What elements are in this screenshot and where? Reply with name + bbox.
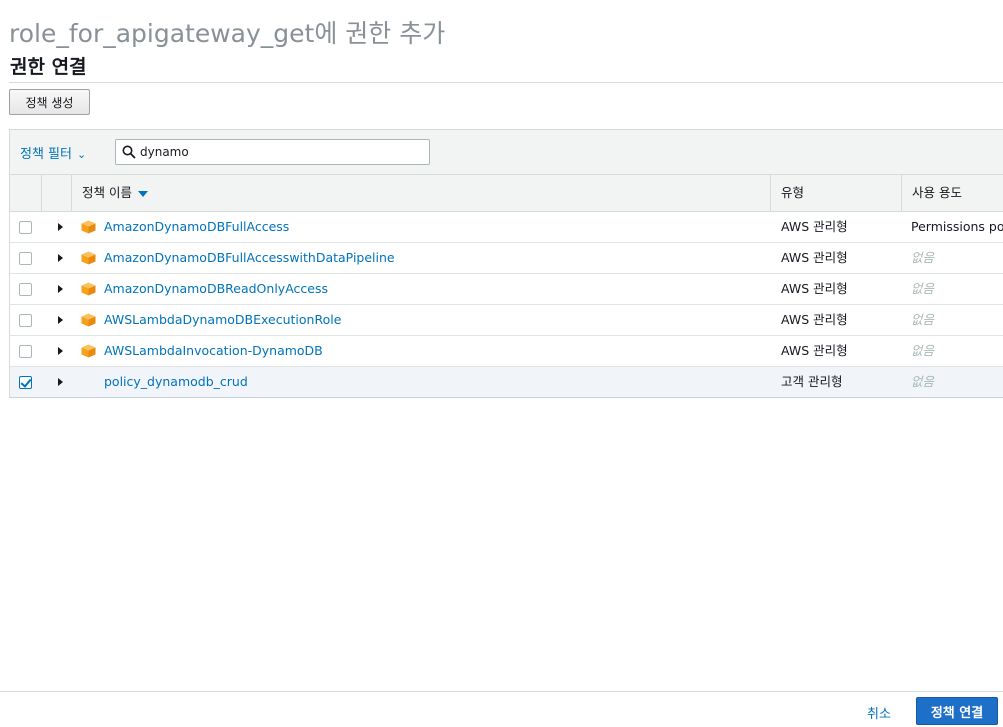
chevron-down-icon: ⌄: [76, 148, 87, 161]
policy-usage: 없음: [911, 374, 935, 389]
table-body: AmazonDynamoDBFullAccess AWS 관리형 Permissio…: [9, 212, 1003, 398]
aws-managed-policy-icon: [81, 344, 96, 358]
aws-managed-policy-icon: [81, 282, 96, 296]
column-header-name[interactable]: 정책 이름: [72, 175, 771, 211]
policy-name-cell: AmazonDynamoDBReadOnlyAccess: [72, 274, 771, 304]
policy-name-link[interactable]: AmazonDynamoDBFullAccesswithDataPipeline: [104, 243, 395, 273]
policy-type: AWS 관리형: [781, 312, 848, 327]
aws-managed-policy-icon: [81, 313, 96, 327]
policy-type: AWS 관리형: [781, 343, 848, 358]
row-expand-cell: [42, 336, 72, 366]
row-checkbox-cell: [10, 243, 42, 273]
policy-usage: 없음: [911, 281, 935, 296]
row-checkbox-cell: [10, 305, 42, 335]
footer-divider: [0, 691, 1003, 692]
aws-managed-policy-icon: [81, 220, 96, 234]
search-box[interactable]: [115, 139, 430, 165]
row-expand-cell: [42, 243, 72, 273]
table-row[interactable]: AmazonDynamoDBReadOnlyAccess AWS 관리형 없음: [9, 274, 1003, 305]
policy-name-cell: AWSLambdaInvocation-DynamoDB: [72, 336, 771, 366]
row-expand-cell: [42, 367, 72, 397]
policy-type-cell: 고객 관리형: [771, 367, 902, 397]
row-expand-cell: [42, 212, 72, 242]
policy-table: 정책 필터 ⌄ 정책 이름 유형 사용 용도 AmazonDynamoDBFull…: [9, 129, 1003, 398]
column-header-usage-label: 사용 용도: [912, 185, 962, 200]
cancel-link[interactable]: 취소: [867, 703, 891, 722]
policy-usage: 없음: [911, 250, 935, 265]
policy-type: AWS 관리형: [781, 219, 848, 234]
policy-filter-label: 정책 필터: [20, 147, 72, 162]
column-header-usage[interactable]: 사용 용도: [902, 175, 1003, 211]
title-divider: [9, 82, 1003, 83]
row-expand-cell: [42, 305, 72, 335]
policy-usage-cell: 없음: [902, 305, 1003, 335]
policy-type: 고객 관리형: [781, 374, 843, 389]
policy-type-cell: AWS 관리형: [771, 274, 902, 304]
header-expand-cell: [42, 175, 72, 211]
policy-name-cell: AWSLambdaDynamoDBExecutionRole: [72, 305, 771, 335]
row-checkbox[interactable]: [19, 221, 32, 234]
table-row[interactable]: AWSLambdaDynamoDBExecutionRole AWS 관리형 없음: [9, 305, 1003, 336]
policy-type-cell: AWS 관리형: [771, 243, 902, 273]
policy-type-cell: AWS 관리형: [771, 336, 902, 366]
aws-managed-policy-icon: [81, 251, 96, 265]
search-input[interactable]: [140, 143, 420, 161]
policy-usage: 없음: [911, 312, 935, 327]
row-checkbox-cell: [10, 336, 42, 366]
policy-usage-cell: 없음: [902, 336, 1003, 366]
row-checkbox-cell: [10, 274, 42, 304]
policy-type: AWS 관리형: [781, 250, 848, 265]
policy-usage-cell: Permissions poli: [902, 212, 1003, 242]
row-checkbox-cell: [10, 212, 42, 242]
attach-policy-button[interactable]: 정책 연결: [916, 697, 998, 725]
policy-usage-cell: 없음: [902, 367, 1003, 397]
create-policy-button[interactable]: 정책 생성: [9, 89, 90, 115]
column-header-name-label: 정책 이름: [82, 185, 132, 200]
policy-type-cell: AWS 관리형: [771, 305, 902, 335]
column-header-type-label: 유형: [781, 185, 805, 200]
search-icon: [122, 145, 136, 159]
policy-filter-dropdown[interactable]: 정책 필터 ⌄: [20, 143, 86, 162]
row-checkbox[interactable]: [19, 252, 32, 265]
column-header-type[interactable]: 유형: [771, 175, 902, 211]
row-expand-cell: [42, 274, 72, 304]
policy-usage-cell: 없음: [902, 243, 1003, 273]
row-checkbox[interactable]: [19, 283, 32, 296]
policy-name-cell: AmazonDynamoDBFullAccesswithDataPipeline: [72, 243, 771, 273]
policy-usage-cell: 없음: [902, 274, 1003, 304]
policy-name-link[interactable]: AWSLambdaDynamoDBExecutionRole: [104, 305, 341, 335]
row-checkbox[interactable]: [19, 345, 32, 358]
table-header: 정책 이름 유형 사용 용도: [9, 175, 1003, 212]
policy-name-link[interactable]: AWSLambdaInvocation-DynamoDB: [104, 336, 323, 366]
table-row[interactable]: AmazonDynamoDBFullAccess AWS 관리형 Permissio…: [9, 212, 1003, 243]
table-row[interactable]: policy_dynamodb_crud 고객 관리형 없음: [9, 367, 1003, 398]
row-checkbox[interactable]: [19, 376, 32, 389]
filter-bar: 정책 필터 ⌄: [9, 129, 1003, 175]
policy-name-link[interactable]: AmazonDynamoDBFullAccess: [104, 212, 289, 242]
expand-arrow-icon[interactable]: [58, 347, 63, 355]
table-row[interactable]: AWSLambdaInvocation-DynamoDB AWS 관리형 없음: [9, 336, 1003, 367]
row-checkbox[interactable]: [19, 314, 32, 327]
policy-name-link[interactable]: AmazonDynamoDBReadOnlyAccess: [104, 274, 328, 304]
policy-usage: Permissions poli: [911, 219, 1003, 234]
table-row[interactable]: AmazonDynamoDBFullAccesswithDataPipeline…: [9, 243, 1003, 274]
row-checkbox-cell: [10, 367, 42, 397]
policy-name-link[interactable]: policy_dynamodb_crud: [104, 367, 248, 397]
expand-arrow-icon[interactable]: [58, 316, 63, 324]
expand-arrow-icon[interactable]: [58, 378, 63, 386]
policy-type: AWS 관리형: [781, 281, 848, 296]
policy-name-cell: policy_dynamodb_crud: [72, 367, 771, 397]
header-checkbox-cell: [10, 175, 42, 211]
policy-name-cell: AmazonDynamoDBFullAccess: [72, 212, 771, 242]
sort-descending-icon: [137, 190, 148, 197]
page-title: role_for_apigateway_get에 권한 추가: [9, 19, 446, 48]
expand-arrow-icon[interactable]: [58, 223, 63, 231]
expand-arrow-icon[interactable]: [58, 254, 63, 262]
policy-type-cell: AWS 관리형: [771, 212, 902, 242]
expand-arrow-icon[interactable]: [58, 285, 63, 293]
section-title: 권한 연결: [10, 56, 87, 78]
policy-usage: 없음: [911, 343, 935, 358]
